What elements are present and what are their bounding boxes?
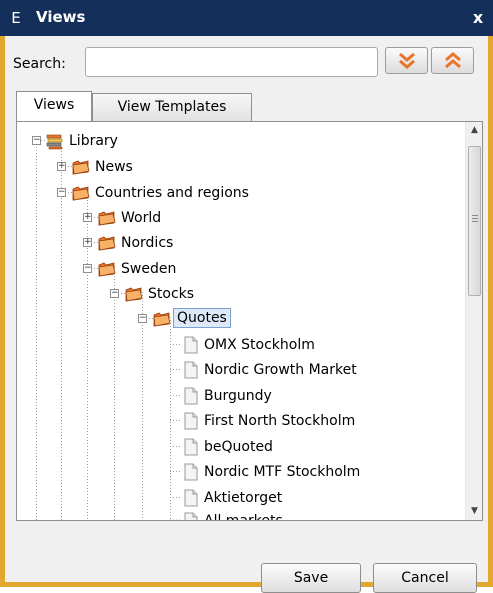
views-dialog: E Views x Search: Views View Templates −… <box>0 0 493 593</box>
tree-node-library[interactable]: − Library <box>17 131 177 151</box>
tree-node-all-markets[interactable]: All markets <box>17 511 337 521</box>
tab-views[interactable]: Views <box>16 91 92 121</box>
double-chevron-up-icon <box>445 52 461 69</box>
collapse-icon[interactable]: − <box>57 188 66 197</box>
vertical-scrollbar[interactable]: ▲ ▼ <box>465 122 482 520</box>
document-icon <box>184 361 198 379</box>
tree-node-countries-and-regions[interactable]: − Countries and regions <box>17 183 317 203</box>
tree-label: Burgundy <box>204 388 272 404</box>
folder-icon <box>125 287 143 302</box>
tree-label: All markets <box>204 513 283 521</box>
tree-label: Library <box>69 133 118 149</box>
tree-node-stocks[interactable]: − Stocks <box>17 284 237 304</box>
document-icon <box>184 463 198 481</box>
library-books-icon <box>46 134 63 150</box>
collapse-icon[interactable]: − <box>83 264 92 273</box>
tree-label: Countries and regions <box>95 185 249 201</box>
tree-label: First North Stockholm <box>204 413 356 429</box>
grip-icon <box>472 215 478 222</box>
tree-node-omx-stockholm[interactable]: OMX Stockholm <box>17 335 337 355</box>
tree-node-quotes[interactable]: − Quotes <box>17 308 277 329</box>
tree-node-world[interactable]: + World <box>17 208 217 228</box>
tree-label: Stocks <box>148 286 195 302</box>
app-icon: E <box>11 9 21 27</box>
folder-icon <box>72 160 90 175</box>
tree-node-aktietorget[interactable]: Aktietorget <box>17 488 337 508</box>
tree-node-news[interactable]: + News <box>17 157 177 177</box>
tree-node-first-north-stockholm[interactable]: First North Stockholm <box>17 411 355 431</box>
tree-label: World <box>121 210 162 226</box>
scroll-up-arrow-icon[interactable]: ▲ <box>466 122 482 139</box>
collapse-icon[interactable]: − <box>32 136 41 145</box>
save-button[interactable]: Save <box>261 563 361 593</box>
tree-canvas: − Library + News − Countries and regions… <box>17 122 466 520</box>
document-icon <box>184 387 198 405</box>
tree-node-nordics[interactable]: + Nordics <box>17 233 217 253</box>
document-icon <box>184 512 198 520</box>
document-icon <box>184 489 198 507</box>
tree-label: Nordic MTF Stockholm <box>204 464 361 480</box>
folder-icon <box>72 186 90 201</box>
tree-label: News <box>95 159 133 175</box>
tree-label: Nordics <box>121 235 174 251</box>
tree-node-bequoted[interactable]: beQuoted <box>17 437 337 457</box>
window-title: Views <box>36 8 86 26</box>
collapse-icon[interactable]: − <box>110 289 119 298</box>
tree-label: Nordic Growth Market <box>204 362 357 378</box>
expand-all-button[interactable] <box>385 47 428 74</box>
tree-label: Sweden <box>121 261 177 277</box>
collapse-all-button[interactable] <box>431 47 474 74</box>
tree-node-nordic-mtf-stockholm[interactable]: Nordic MTF Stockholm <box>17 462 360 482</box>
tree-label: OMX Stockholm <box>204 337 315 353</box>
expand-icon[interactable]: + <box>83 213 92 222</box>
document-icon <box>184 336 198 354</box>
tree-label: Aktietorget <box>204 490 283 506</box>
tree-label: beQuoted <box>204 439 273 455</box>
folder-icon <box>98 262 116 277</box>
title-bar[interactable]: E Views x <box>0 0 493 36</box>
search-input[interactable] <box>85 47 378 77</box>
double-chevron-down-icon <box>399 52 415 69</box>
tree-node-nordic-growth-market[interactable]: Nordic Growth Market <box>17 360 357 380</box>
folder-icon <box>153 312 171 327</box>
views-tree: − Library + News − Countries and regions… <box>16 121 483 521</box>
search-label: Search: <box>13 56 66 72</box>
document-icon <box>184 438 198 456</box>
tree-node-burgundy[interactable]: Burgundy <box>17 386 337 406</box>
scroll-down-arrow-icon[interactable]: ▼ <box>466 503 482 520</box>
scroll-thumb[interactable] <box>468 146 481 296</box>
tree-label-selected: Quotes <box>173 308 231 328</box>
tree-node-sweden[interactable]: − Sweden <box>17 259 217 279</box>
collapse-icon[interactable]: − <box>138 314 147 323</box>
folder-icon <box>98 236 116 251</box>
cancel-button[interactable]: Cancel <box>373 563 477 593</box>
tab-view-templates[interactable]: View Templates <box>92 93 252 121</box>
document-icon <box>184 412 198 430</box>
expand-icon[interactable]: + <box>57 162 66 171</box>
expand-icon[interactable]: + <box>83 238 92 247</box>
folder-icon <box>98 211 116 226</box>
dialog-body: Search: Views View Templates − Library +… <box>5 36 488 593</box>
close-button[interactable]: x <box>469 8 487 28</box>
